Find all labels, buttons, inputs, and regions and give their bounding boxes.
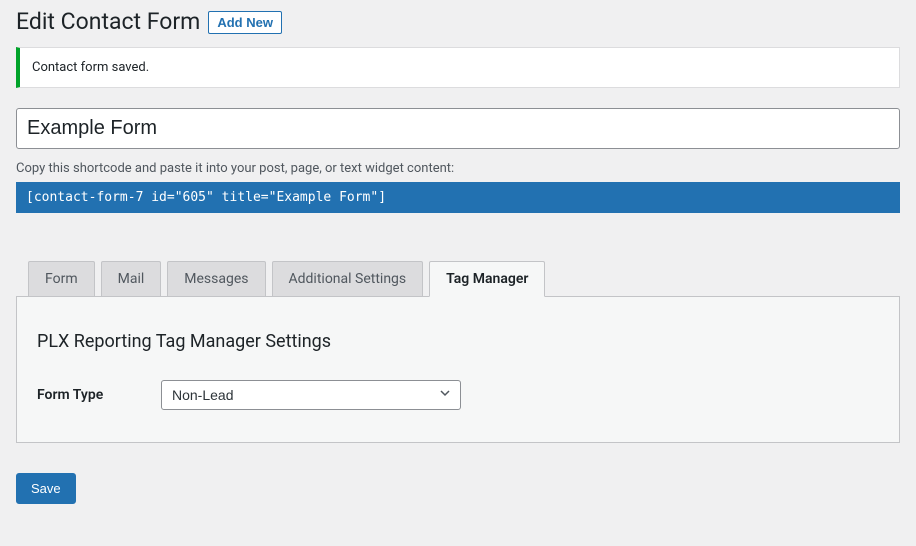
notice-saved: Contact form saved. — [16, 47, 900, 88]
form-title-input[interactable] — [16, 108, 900, 149]
page-title: Edit Contact Form — [16, 8, 200, 35]
tab-messages[interactable]: Messages — [167, 261, 265, 296]
panel-heading: PLX Reporting Tag Manager Settings — [37, 331, 879, 352]
save-button[interactable]: Save — [16, 473, 76, 504]
form-type-select[interactable]: Non-Lead — [161, 380, 461, 410]
tab-mail[interactable]: Mail — [101, 261, 162, 296]
shortcode-label: Copy this shortcode and paste it into yo… — [16, 161, 900, 176]
tag-manager-panel: PLX Reporting Tag Manager Settings Form … — [16, 296, 900, 443]
tab-tag-manager[interactable]: Tag Manager — [429, 261, 545, 297]
form-type-label: Form Type — [37, 387, 161, 403]
tab-additional-settings[interactable]: Additional Settings — [272, 261, 424, 296]
tab-list: Form Mail Messages Additional Settings T… — [16, 261, 900, 296]
tab-form[interactable]: Form — [28, 261, 95, 296]
shortcode-field[interactable] — [16, 182, 900, 213]
notice-message: Contact form saved. — [32, 60, 149, 75]
add-new-button[interactable]: Add New — [208, 11, 282, 34]
